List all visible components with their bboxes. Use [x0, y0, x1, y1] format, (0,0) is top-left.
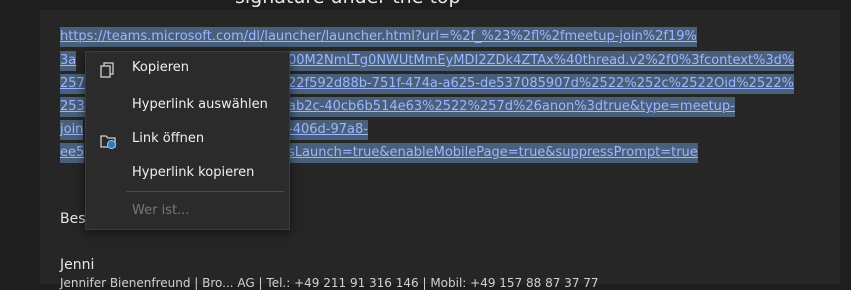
signature-greeting: Bes — [60, 211, 86, 227]
menu-item-wer-ist: Wer ist... — [86, 195, 289, 229]
link-line-6-right[interactable]: sLaunch=true&enableMobilePage=true&suppr… — [288, 143, 698, 163]
menu-item-label: Kopieren — [132, 60, 189, 75]
menu-item-kopieren[interactable]: Kopieren — [86, 52, 289, 86]
menu-item-label: Wer ist... — [132, 203, 190, 218]
signature-contact-line: Jennifer Bienenfreund | Bro... AG | Tel.… — [60, 276, 599, 290]
link-line-4-left[interactable]: 253 — [60, 97, 85, 117]
menu-item-link-oeffnen[interactable]: Link öffnen — [86, 123, 289, 157]
menu-item-label: Link öffnen — [132, 131, 205, 146]
copy-icon — [99, 61, 117, 79]
link-line-6-left[interactable]: ee5 — [60, 143, 85, 163]
menu-item-hyperlink-auswaehlen[interactable]: Hyperlink auswählen — [86, 89, 289, 123]
menu-separator — [126, 191, 284, 192]
link-line-4-right[interactable]: ab2c-40cb6b514e63%2522%257d%26anon%3dtru… — [288, 97, 735, 117]
link-line-5-left[interactable]: join — [60, 120, 84, 140]
context-menu: Kopieren Hyperlink auswählen Link öffnen… — [85, 51, 290, 230]
link-line-3-left[interactable]: 257 — [60, 74, 85, 94]
link-line-1[interactable]: https://teams.microsoft.com/dl/launcher/… — [60, 27, 697, 47]
link-line-3-right[interactable]: 22f592d88b-751f-474a-a625-de537085907d%2… — [288, 74, 794, 94]
link-line-5-right[interactable]: -406d-97a8- — [288, 120, 368, 140]
menu-item-label: Hyperlink auswählen — [132, 97, 268, 112]
top-strip: signature under the top — [0, 0, 851, 10]
open-link-icon — [99, 132, 117, 150]
link-line-2-left[interactable]: 3a — [60, 51, 77, 71]
link-line-2-right[interactable]: 00M2NmLTg0NWUtMmEyMDI2ZDk4ZTAx%40thread.… — [288, 51, 795, 71]
menu-item-hyperlink-kopieren[interactable]: Hyperlink kopieren — [86, 157, 289, 191]
top-cut-text: signature under the top — [235, 0, 461, 8]
signature-name: Jenni — [60, 257, 95, 273]
menu-item-label: Hyperlink kopieren — [132, 165, 255, 180]
